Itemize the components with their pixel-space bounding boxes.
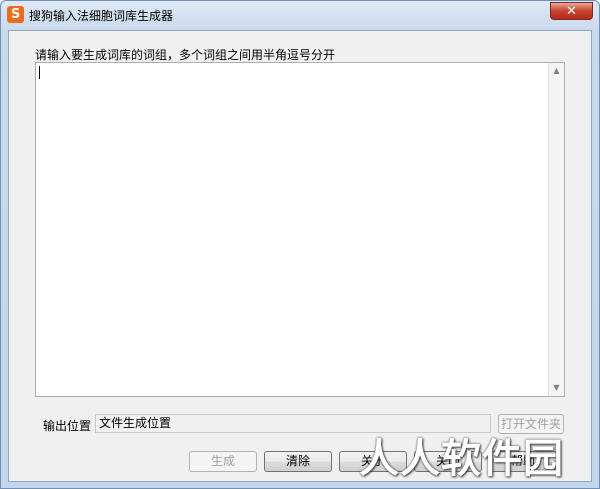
output-location-label: 输出位置	[43, 419, 92, 433]
watermark-text: 人人软件园	[359, 436, 564, 482]
window-close-button[interactable]: ✕	[550, 2, 593, 20]
input-prompt-label: 请输入要生成词库的词组，多个词组之间用半角逗号分开	[35, 48, 336, 62]
scroll-down-arrow-icon[interactable]: ▼	[549, 380, 564, 396]
clear-button[interactable]: 清除	[264, 451, 332, 472]
title-bar[interactable]: S 搜狗输入法细胞词库生成器 ✕	[1, 1, 599, 29]
scroll-up-arrow-icon[interactable]: ▲	[549, 63, 564, 79]
sogou-app-icon: S	[7, 6, 24, 23]
app-window: S 搜狗输入法细胞词库生成器 ✕ 请输入要生成词库的词组，多个词组之间用半角逗号…	[0, 0, 600, 489]
text-caret	[39, 66, 40, 79]
window-title: 搜狗输入法细胞词库生成器	[29, 9, 174, 23]
phrase-input-textarea[interactable]: ▲ ▼	[35, 62, 565, 397]
vertical-scrollbar[interactable]: ▲ ▼	[548, 63, 564, 396]
dialog-body: 请输入要生成词库的词组，多个词组之间用半角逗号分开 ▲ ▼ 输出位置 文件生成位…	[8, 30, 592, 482]
generate-button[interactable]: 生成	[189, 451, 257, 472]
